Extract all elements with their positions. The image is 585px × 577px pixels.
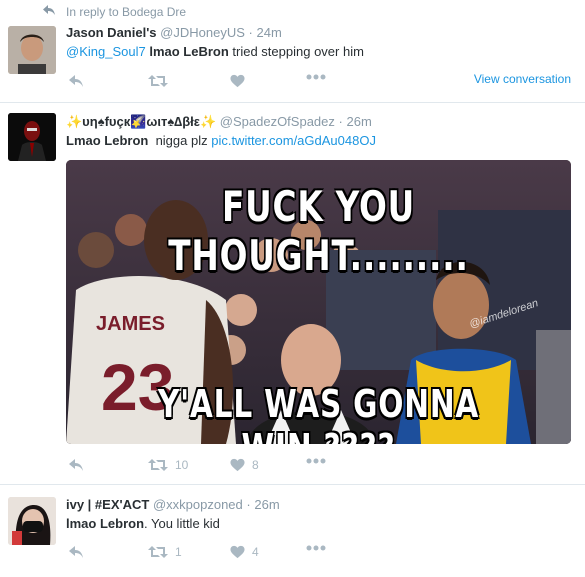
retweet-icon (148, 75, 168, 87)
tweet-actions: 10 8 (66, 458, 571, 476)
tweet-text-bold: lmao Lebron (66, 516, 145, 531)
tweet-text-bold: lmao LeBron (149, 44, 229, 59)
username[interactable]: @xxkpopzoned (153, 497, 243, 512)
like-count: 8 (252, 458, 259, 472)
view-conversation-link[interactable]: View conversation (474, 72, 571, 86)
timestamp[interactable]: 24m (256, 25, 281, 40)
avatar[interactable] (8, 497, 56, 545)
tweet-text-rest: nigga plz (148, 133, 212, 148)
avatar-photo (8, 26, 56, 74)
display-name[interactable]: ✨υη♠fυçк🌠ωιт♠∆βłε✨ (66, 114, 216, 129)
jersey-name: JAMES (96, 313, 165, 335)
tweet-jason[interactable]: Jason Daniel's @JDHoneyUS · 24m @King_So… (0, 18, 585, 103)
tweet-spadez[interactable]: ✨υη♠fυçк🌠ωιт♠∆βłε✨ @SpadezOfSpadez · 26m… (0, 103, 585, 485)
display-name[interactable]: Jason Daniel's (66, 25, 157, 40)
avatar-photo (8, 497, 56, 545)
mention-link[interactable]: @King_Soul7 (66, 44, 146, 59)
retweet-count: 1 (175, 545, 182, 559)
tweet-actions: 1 4 (66, 545, 571, 563)
tweet-header: ivy | #EX'ACT @xxkpopzoned · 26m (66, 497, 280, 512)
avatar-photo (8, 113, 56, 161)
meme-bottom-caption: Y'ALL WAS GONNA WIN ???? (157, 382, 480, 444)
timestamp[interactable]: 26m (346, 114, 371, 129)
reply-context-text: In reply to Bodega Dre (66, 5, 187, 19)
separator: · (338, 114, 343, 129)
display-name[interactable]: ivy | #EX'ACT (66, 497, 149, 512)
heart-icon (230, 458, 245, 472)
heart-icon (230, 74, 245, 88)
more-button[interactable] (306, 458, 326, 464)
reply-icon (69, 75, 83, 87)
like-button[interactable] (230, 74, 245, 88)
more-dots-icon (306, 458, 326, 464)
tweet-text-rest: . You little kid (144, 516, 220, 531)
avatar[interactable] (8, 113, 56, 161)
more-button[interactable] (306, 74, 326, 80)
more-button[interactable] (306, 545, 326, 551)
reply-button[interactable] (68, 545, 84, 559)
like-button[interactable]: 8 (230, 458, 259, 472)
like-button[interactable]: 4 (230, 545, 259, 559)
retweet-button[interactable] (148, 74, 168, 88)
retweet-count: 10 (175, 458, 189, 472)
reply-icon (69, 546, 83, 558)
retweet-icon (148, 459, 168, 471)
more-dots-icon (306, 74, 326, 80)
tweet-text: Lmao Lebron nigga plz pic.twitter.com/aG… (66, 133, 376, 148)
like-count: 4 (252, 545, 259, 559)
more-dots-icon (306, 545, 326, 551)
retweet-icon (148, 546, 168, 558)
pic-link[interactable]: pic.twitter.com/aGdAu048OJ (211, 133, 376, 148)
reply-button[interactable] (68, 74, 84, 88)
username[interactable]: @SpadezOfSpadez (220, 114, 335, 129)
separator: · (248, 25, 253, 40)
reply-arrow-icon (43, 5, 55, 15)
retweet-button[interactable]: 1 (148, 545, 182, 559)
reply-button[interactable] (68, 458, 84, 472)
tweet-header: Jason Daniel's @JDHoneyUS · 24m (66, 25, 282, 40)
avatar[interactable] (8, 26, 56, 74)
tweet-media-image[interactable]: JAMES 23 FUCK YOU THOUGHT......... Y'ALL… (66, 160, 571, 444)
timestamp[interactable]: 26m (254, 497, 279, 512)
reply-icon (69, 459, 83, 471)
tweet-header: ✨υη♠fυçк🌠ωιт♠∆βłε✨ @SpadezOfSpadez · 26m (66, 114, 372, 130)
tweet-text-rest: tried stepping over him (228, 44, 364, 59)
tweet-text: @King_Soul7 lmao LeBron tried stepping o… (66, 44, 364, 59)
tweet-ivy[interactable]: ivy | #EX'ACT @xxkpopzoned · 26m lmao Le… (0, 485, 585, 577)
username[interactable]: @JDHoneyUS (160, 25, 245, 40)
meme-top-caption: FUCK YOU THOUGHT......... (168, 182, 469, 280)
retweet-button[interactable]: 10 (148, 458, 188, 472)
separator: · (246, 497, 251, 512)
tweet-text: lmao Lebron. You little kid (66, 516, 220, 531)
heart-icon (230, 545, 245, 559)
tweet-actions: View conversation (66, 72, 571, 92)
tweet-text-bold: Lmao Lebron (66, 133, 149, 148)
